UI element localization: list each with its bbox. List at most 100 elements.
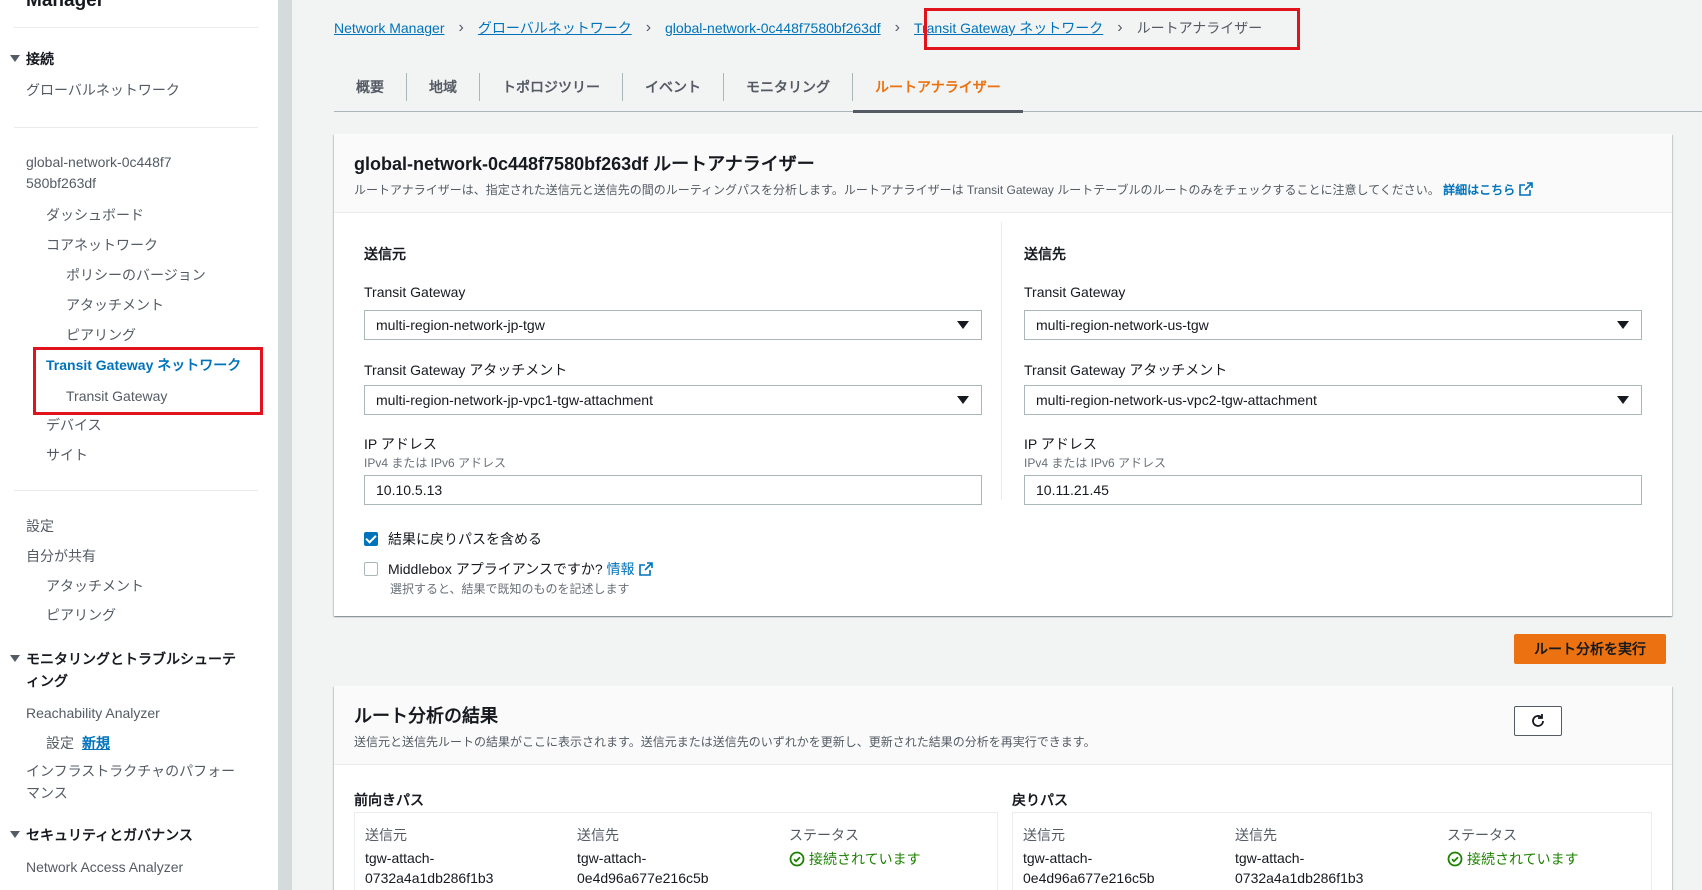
sidebar-title: Manager bbox=[26, 0, 105, 11]
source-ip-input[interactable]: 10.10.5.13 bbox=[364, 475, 982, 505]
chevron-right-icon: › bbox=[458, 19, 464, 36]
sidebar-item-sites[interactable]: サイト bbox=[46, 444, 88, 466]
source-attachment-label: Transit Gateway アタッチメント bbox=[364, 362, 568, 378]
sidebar-item-ra-settings[interactable]: 設定 新規 bbox=[46, 732, 110, 754]
caret-down-icon bbox=[1617, 396, 1629, 404]
return-path-box: 送信元 tgw-attach- 0e4d96a677e216c5b 送信先 tg… bbox=[1012, 812, 1652, 890]
sidebar-divider bbox=[14, 27, 258, 28]
panel-description: ルートアナライザーは、指定された送信元と送信先の間のルーティングパスを分析します… bbox=[354, 182, 1652, 198]
run-route-analysis-button[interactable]: ルート分析を実行 bbox=[1514, 634, 1666, 664]
caret-down-icon bbox=[957, 396, 969, 404]
sidebar-item-shared-with-me[interactable]: 自分が共有 bbox=[26, 545, 96, 567]
route-analysis-results-panel: ルート分析の結果 送信元と送信先ルートの結果がここに表示されます。送信元または送… bbox=[334, 686, 1672, 890]
include-return-path-label: 結果に戻りパスを含める bbox=[388, 531, 542, 547]
tab-bar: 概要 地域 トポロジツリー イベント モニタリング ルートアナライザー bbox=[334, 62, 1702, 113]
return-status: 接続されています bbox=[1447, 849, 1579, 869]
sidebar-item-network-id[interactable]: global-network-0c448f7580bf263df bbox=[26, 152, 176, 194]
caret-down-icon bbox=[957, 321, 969, 329]
sidebar-item-shared-attachments[interactable]: アタッチメント bbox=[46, 575, 144, 597]
return-source-value-line1: tgw-attach- bbox=[1023, 850, 1093, 866]
forward-destination-value-line2: 0e4d96a677e216c5b bbox=[577, 870, 709, 886]
sidebar-item-settings[interactable]: 設定 bbox=[26, 515, 54, 537]
sidebar-item-policy-versions[interactable]: ポリシーのバージョン bbox=[66, 264, 206, 286]
return-path-title: 戻りパス bbox=[1012, 792, 1068, 808]
include-return-path-checkbox[interactable] bbox=[364, 532, 378, 546]
destination-tgw-select[interactable]: multi-region-network-us-tgw bbox=[1024, 310, 1642, 340]
sidebar-item-devices[interactable]: デバイス bbox=[46, 414, 102, 436]
sidebar-item-infra-performance[interactable]: インフラストラクチャのパフォーマンス bbox=[26, 760, 246, 804]
destination-ip-input[interactable]: 10.11.21.45 bbox=[1024, 475, 1642, 505]
middlebox-description: 選択すると、結果で既知のものを記述します bbox=[390, 582, 630, 596]
results-description: 送信元と送信先ルートの結果がここに表示されます。送信元または送信先のいずれかを更… bbox=[354, 735, 1096, 749]
sidebar-section-monitoring[interactable]: モニタリングとトラブルシューティング bbox=[10, 648, 240, 692]
caret-down-icon bbox=[10, 831, 20, 838]
refresh-button[interactable] bbox=[1514, 706, 1562, 736]
refresh-icon bbox=[1532, 714, 1544, 727]
source-attachment-select[interactable]: multi-region-network-jp-vpc1-tgw-attachm… bbox=[364, 385, 982, 415]
sidebar-item-peering[interactable]: ピアリング bbox=[66, 324, 136, 346]
breadcrumb-link[interactable]: global-network-0c448f7580bf263df bbox=[665, 20, 881, 36]
source-ip-label: IP アドレス bbox=[364, 436, 437, 452]
new-badge: 新規 bbox=[82, 735, 110, 751]
route-analyzer-panel: global-network-0c448f7580bf263df ルートアナライ… bbox=[334, 134, 1672, 616]
main-content: Network Manager › グローバルネットワーク › global-n… bbox=[292, 0, 1702, 890]
sidebar-divider bbox=[14, 127, 258, 128]
forward-path-title: 前向きパス bbox=[354, 792, 424, 808]
return-destination-value-line2: 0732a4a1db286f1b3 bbox=[1235, 870, 1364, 886]
tab-route-analyzer[interactable]: ルートアナライザー bbox=[853, 73, 1023, 113]
source-ip-description: IPv4 または IPv6 アドレス bbox=[364, 456, 507, 470]
sidebar-item-global-networks[interactable]: グローバルネットワーク bbox=[26, 79, 180, 101]
destination-attachment-label: Transit Gateway アタッチメント bbox=[1024, 362, 1228, 378]
destination-attachment-select[interactable]: multi-region-network-us-vpc2-tgw-attachm… bbox=[1024, 385, 1642, 415]
return-destination-value-line1: tgw-attach- bbox=[1235, 850, 1305, 866]
sidebar-item-attachments[interactable]: アタッチメント bbox=[66, 294, 164, 316]
forward-destination-value-line1: tgw-attach- bbox=[577, 850, 647, 866]
forward-source-value-line2: 0732a4a1db286f1b3 bbox=[365, 870, 494, 886]
breadcrumb-link[interactable]: グローバルネットワーク bbox=[478, 18, 632, 38]
return-source-label: 送信元 bbox=[1023, 827, 1065, 843]
forward-source-value-line1: tgw-attach- bbox=[365, 850, 435, 866]
middlebox-label: Middlebox アプライアンスですか? 情報 bbox=[388, 559, 653, 579]
sidebar-resize-handle[interactable] bbox=[278, 0, 292, 890]
tab-monitoring[interactable]: モニタリング bbox=[724, 72, 853, 101]
sidebar-item-dashboard[interactable]: ダッシュボード bbox=[46, 204, 144, 226]
caret-down-icon bbox=[10, 55, 20, 62]
tab-topology-tree[interactable]: トポロジツリー bbox=[480, 72, 623, 101]
forward-destination-label: 送信先 bbox=[577, 827, 619, 843]
source-column: 送信元 bbox=[364, 244, 406, 264]
caret-down-icon bbox=[1617, 321, 1629, 329]
destination-ip-description: IPv4 または IPv6 アドレス bbox=[1024, 456, 1167, 470]
forward-status: 接続されています bbox=[789, 849, 921, 869]
chevron-right-icon: › bbox=[645, 19, 652, 36]
status-connected-icon bbox=[789, 851, 805, 867]
sidebar-section-security[interactable]: セキュリティとガバナンス bbox=[10, 824, 193, 846]
column-divider bbox=[1001, 222, 1002, 500]
source-title: 送信元 bbox=[364, 246, 406, 262]
destination-column: 送信先 bbox=[1024, 244, 1066, 264]
learn-more-link[interactable]: 詳細はこちら bbox=[1443, 182, 1533, 197]
sidebar-item-network-access-analyzer[interactable]: Network Access Analyzer bbox=[26, 856, 183, 878]
source-tgw-select[interactable]: multi-region-network-jp-tgw bbox=[364, 310, 982, 340]
panel-title: global-network-0c448f7580bf263df ルートアナライ… bbox=[354, 154, 815, 174]
tab-overview[interactable]: 概要 bbox=[334, 72, 407, 101]
sidebar-item-reachability-analyzer[interactable]: Reachability Analyzer bbox=[26, 702, 160, 724]
destination-title: 送信先 bbox=[1024, 246, 1066, 262]
tab-events[interactable]: イベント bbox=[623, 72, 724, 101]
highlight-annotation bbox=[924, 8, 1300, 50]
forward-source-label: 送信元 bbox=[365, 827, 407, 843]
external-link-icon bbox=[638, 562, 653, 576]
panel-header: ルート分析の結果 送信元と送信先ルートの結果がここに表示されます。送信元または送… bbox=[334, 686, 1672, 765]
breadcrumb-link[interactable]: Network Manager bbox=[334, 20, 445, 36]
sidebar-item-core-network[interactable]: コアネットワーク bbox=[46, 234, 158, 256]
highlight-annotation bbox=[33, 347, 263, 415]
sidebar-section-connect[interactable]: 接続 bbox=[10, 48, 54, 70]
middlebox-checkbox[interactable] bbox=[364, 562, 378, 576]
tab-regions[interactable]: 地域 bbox=[407, 72, 480, 101]
sidebar-item-shared-peering[interactable]: ピアリング bbox=[46, 604, 116, 626]
middlebox-info-link[interactable]: 情報 bbox=[607, 561, 653, 577]
results-title: ルート分析の結果 bbox=[354, 706, 498, 726]
forward-status-label: ステータス bbox=[789, 827, 859, 843]
external-link-icon bbox=[1519, 182, 1533, 196]
source-tgw-label: Transit Gateway bbox=[364, 284, 466, 300]
caret-down-icon bbox=[10, 655, 20, 662]
